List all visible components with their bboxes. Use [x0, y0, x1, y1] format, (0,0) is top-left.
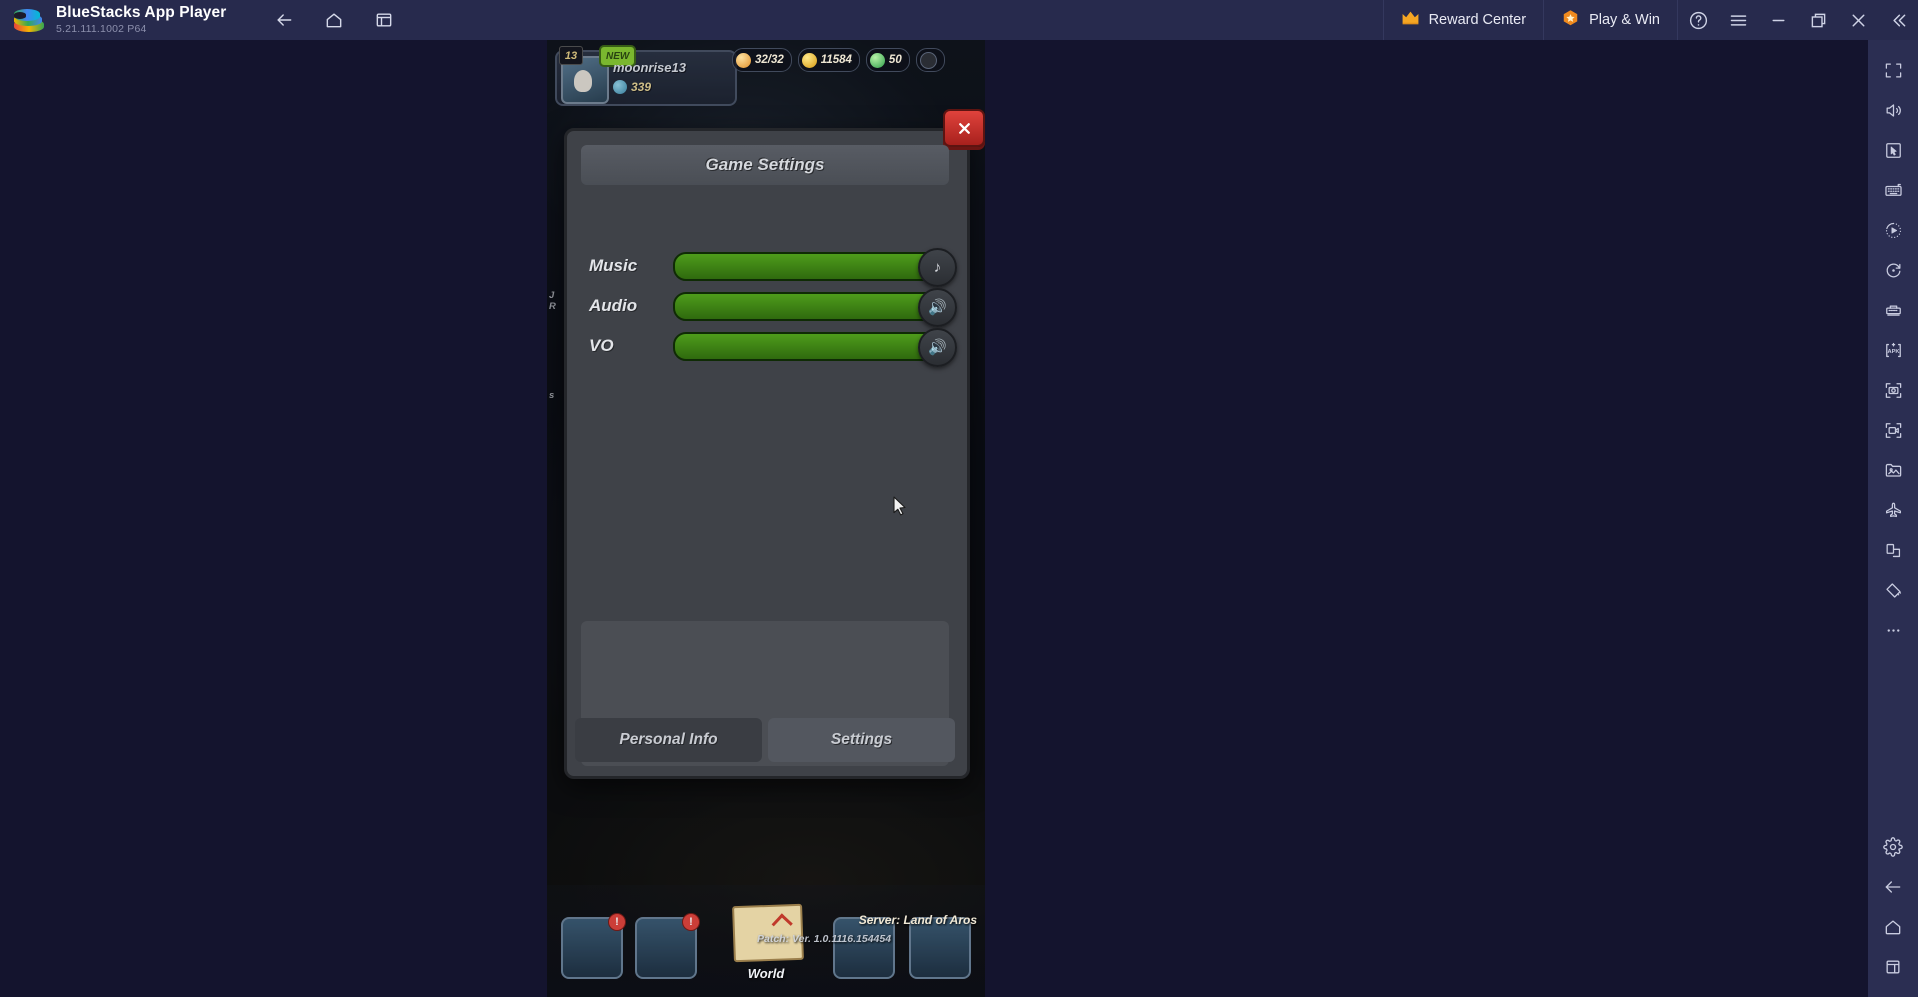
trim-memory-icon[interactable]: [1868, 570, 1918, 610]
gold-value: 11584: [820, 54, 852, 66]
close-settings-button[interactable]: [943, 109, 985, 147]
screenshot-icon[interactable]: [1868, 370, 1918, 410]
settings-gear-icon[interactable]: [1868, 827, 1918, 867]
close-icon[interactable]: [1838, 0, 1878, 40]
patch-label: Patch: Ver. 1.0.1116.154454: [757, 933, 892, 945]
alchemy-badge: !: [608, 913, 626, 931]
resource-gem[interactable]: 50: [865, 48, 910, 72]
setting-row-audio: Audio 🔊: [581, 286, 957, 327]
audio-slider[interactable]: 🔊: [673, 287, 957, 327]
title-bar: BlueStacks App Player 5.21.111.1002 P64 …: [0, 0, 1918, 40]
resource-bar: 32/32 11584 50: [732, 48, 945, 72]
gem-value: 50: [888, 54, 902, 66]
resource-add-button[interactable]: [915, 48, 945, 72]
minimize-icon[interactable]: [1758, 0, 1798, 40]
collapse-sidebar-icon[interactable]: [1878, 0, 1918, 40]
audio-label: Audio: [589, 296, 638, 315]
app-title: BlueStacks App Player: [56, 4, 227, 22]
game-settings-panel: Game Settings Music ♪ Audio 🔊 VO 🔊 Perso…: [564, 109, 985, 779]
help-icon[interactable]: [1678, 0, 1718, 40]
multi-instance-icon[interactable]: [364, 0, 404, 40]
maximize-icon[interactable]: [1798, 0, 1838, 40]
macro-icon[interactable]: [1868, 210, 1918, 250]
music-slider[interactable]: ♪: [673, 247, 957, 287]
gem-icon: [869, 52, 885, 68]
player-hud[interactable]: 13 NEW moonrise13 339: [555, 45, 737, 106]
back-icon[interactable]: [264, 0, 304, 40]
bluestacks-logo-icon: [14, 7, 44, 33]
record-screen-icon[interactable]: [1868, 410, 1918, 450]
install-apk-icon[interactable]: APK: [1868, 330, 1918, 370]
app-title-block: BlueStacks App Player 5.21.111.1002 P64: [56, 4, 227, 35]
keyboard-icon[interactable]: [1868, 170, 1918, 210]
speaker-icon[interactable]: 🔊: [918, 287, 957, 327]
alchemy-icon[interactable]: !: [561, 913, 626, 979]
settings-panel-header: Game Settings: [581, 145, 949, 185]
settings-tabs: Personal Info Settings: [575, 718, 955, 762]
player-name: moonrise13: [613, 60, 686, 75]
power-icon: [613, 80, 627, 94]
resource-gold[interactable]: 11584: [797, 48, 860, 72]
game-viewport: 13 NEW moonrise13 339 32/32 11584 50 J R…: [547, 40, 985, 997]
tab-settings[interactable]: Settings: [768, 718, 955, 762]
energy-value: 32/32: [755, 54, 784, 66]
emulator-canvas: 13 NEW moonrise13 339 32/32 11584 50 J R…: [70, 40, 1548, 997]
world-label: World: [747, 966, 785, 981]
side-hint-jr: J R: [549, 290, 556, 312]
airplane-mode-icon[interactable]: [1868, 490, 1918, 530]
back-arrow-icon[interactable]: [1868, 867, 1918, 907]
settings-panel-title: Game Settings: [705, 155, 825, 174]
volume-icon[interactable]: [1868, 90, 1918, 130]
player-level-badge: 13: [559, 46, 583, 65]
bluestacks-sidebar: APK: [1868, 40, 1918, 997]
resource-energy[interactable]: 32/32: [732, 48, 792, 72]
music-label: Music: [589, 256, 638, 275]
fullscreen-icon[interactable]: [1868, 50, 1918, 90]
gold-icon: [801, 52, 817, 68]
titlebar-nav-buttons: [264, 0, 404, 40]
tab-personal-info-label: Personal Info: [619, 731, 718, 748]
vo-label: VO: [589, 336, 614, 355]
player-power: 339: [613, 80, 651, 94]
multi-instance-sync-icon[interactable]: [1868, 530, 1918, 570]
server-label: Server: Land of Aros: [858, 913, 977, 927]
setting-row-vo: VO 🔊: [581, 326, 957, 367]
tab-personal-info[interactable]: Personal Info: [575, 718, 762, 762]
recent-apps-icon[interactable]: [1868, 947, 1918, 987]
gem-shop-icon[interactable]: !: [635, 913, 700, 979]
player-power-value: 339: [631, 80, 652, 94]
tab-settings-label: Settings: [830, 731, 893, 748]
reward-center-button[interactable]: Reward Center: [1382, 0, 1544, 40]
eco-mode-icon[interactable]: [1868, 290, 1918, 330]
star-badge-icon: [1561, 9, 1580, 32]
game-controls-icon[interactable]: [1868, 130, 1918, 170]
reward-center-label: Reward Center: [1428, 12, 1527, 28]
plus-icon: [919, 51, 937, 69]
rotate-icon[interactable]: [1868, 250, 1918, 290]
hamburger-menu-icon[interactable]: [1718, 0, 1758, 40]
more-options-icon[interactable]: [1868, 610, 1918, 650]
play-and-win-button[interactable]: Play & Win: [1543, 0, 1678, 40]
home-button-icon[interactable]: [1868, 907, 1918, 947]
crown-icon: [1401, 10, 1420, 30]
play-and-win-label: Play & Win: [1589, 12, 1660, 28]
app-version: 5.21.111.1002 P64: [56, 22, 147, 35]
titlebar-right-group: Reward Center Play & Win: [1382, 0, 1918, 40]
vo-slider[interactable]: 🔊: [673, 327, 957, 367]
energy-icon: [736, 52, 751, 68]
bluestacks-window: BlueStacks App Player 5.21.111.1002 P64 …: [0, 0, 1918, 997]
svg-text:APK: APK: [1887, 349, 1900, 355]
media-manager-icon[interactable]: [1868, 450, 1918, 490]
home-icon[interactable]: [314, 0, 354, 40]
setting-row-music: Music ♪: [581, 246, 957, 287]
side-hint-s1: s: [549, 390, 555, 401]
speaker-icon-vo[interactable]: 🔊: [918, 327, 957, 367]
gem-shop-badge: !: [682, 913, 700, 931]
music-note-icon[interactable]: ♪: [918, 247, 957, 287]
game-bottom-bar: ! ! World Server: Land of Aros Patch: Ve…: [547, 885, 985, 997]
